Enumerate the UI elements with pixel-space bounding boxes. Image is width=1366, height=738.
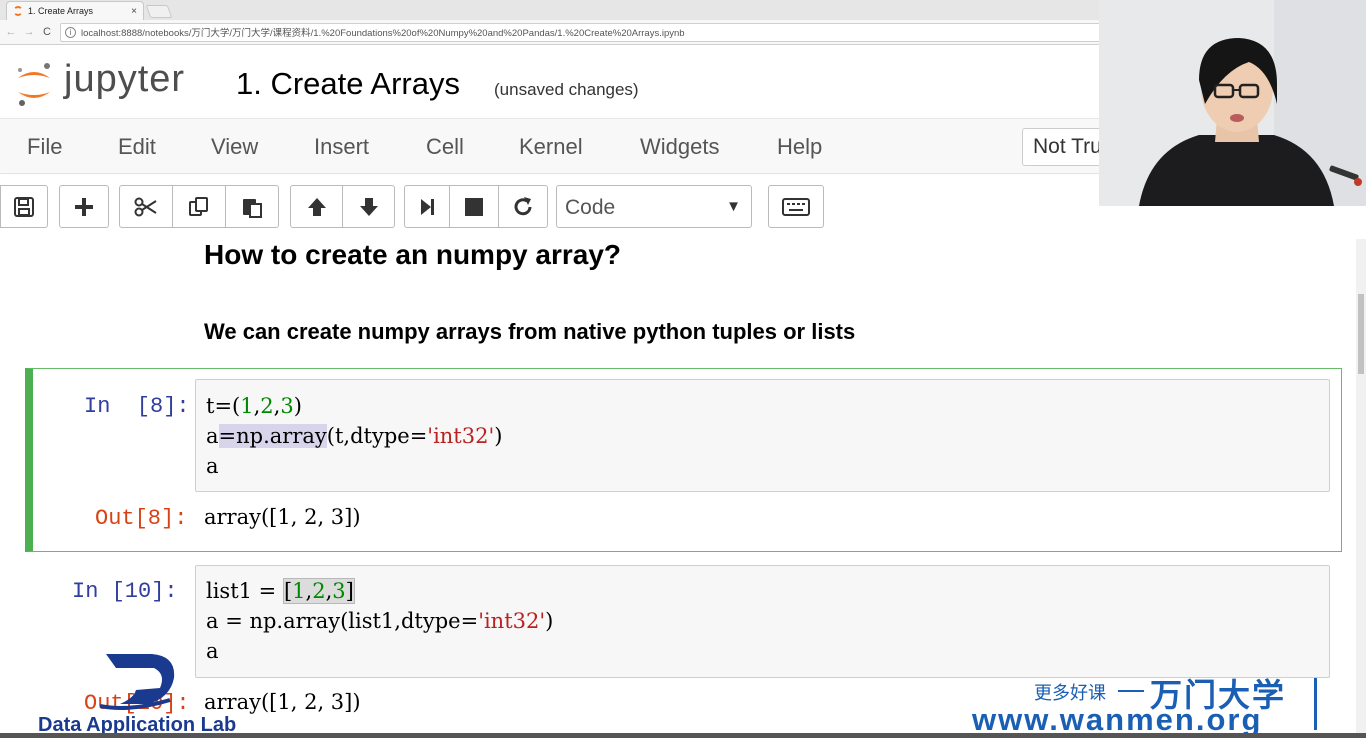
wanmen-watermark: 更多好课 万门大学 www.wanmen.org — [972, 676, 1322, 738]
menu-kernel[interactable]: Kernel — [519, 134, 583, 160]
copy-icon — [189, 196, 208, 216]
screen: 1. Create Arrays × ← → C i localhost:888… — [0, 0, 1366, 738]
save-icon — [14, 196, 34, 217]
paste-icon — [243, 198, 262, 218]
code-line: list1 = [1,2,3] — [206, 578, 355, 604]
save-button[interactable] — [0, 185, 48, 228]
new-tab-button[interactable] — [145, 5, 173, 18]
close-tab-icon[interactable]: × — [131, 6, 137, 17]
browser-tab[interactable]: 1. Create Arrays × — [6, 1, 144, 20]
keyboard-icon — [782, 197, 810, 216]
back-icon[interactable]: ← — [4, 26, 18, 38]
jupyter-logo[interactable]: jupyter — [14, 56, 214, 111]
stop-icon — [465, 197, 483, 216]
run-button[interactable] — [404, 185, 450, 228]
code-line: a=np.array(t,dtype='int32') — [206, 424, 503, 448]
info-icon[interactable]: i — [65, 26, 76, 38]
code-line: t=(1,2,3) — [206, 394, 302, 418]
paste-button[interactable] — [225, 185, 279, 228]
refresh-icon — [514, 196, 532, 215]
in-prompt: In [8]: — [84, 394, 190, 419]
menu-help[interactable]: Help — [777, 134, 822, 160]
cell-output: array([1, 2, 3]) — [204, 505, 361, 529]
save-status: (unsaved changes) — [494, 80, 639, 99]
code-line: a = np.array(list1,dtype='int32') — [206, 609, 554, 633]
jupyter-logo-text: jupyter — [64, 58, 186, 100]
code-line: a — [206, 454, 219, 478]
presenter-video-icon — [1099, 0, 1366, 206]
url-input[interactable]: i localhost:8888/notebooks/万门大学/万门大学/课程资… — [60, 22, 1160, 42]
menu-insert[interactable]: Insert — [314, 134, 369, 160]
scrollbar-thumb[interactable] — [1358, 294, 1364, 374]
wanmen-divider — [1314, 678, 1317, 730]
copy-button[interactable] — [172, 185, 226, 228]
arrow-down-icon — [359, 197, 378, 216]
move-up-button[interactable] — [290, 185, 343, 228]
url-text: localhost:8888/notebooks/万门大学/万门大学/课程资料/… — [81, 28, 685, 39]
menu-cell[interactable]: Cell — [426, 134, 464, 160]
markdown-subheading: We can create numpy arrays from native p… — [204, 319, 856, 344]
scissors-icon — [134, 197, 157, 216]
browser-tab-title: 1. Create Arrays — [28, 6, 94, 16]
scrollbar[interactable] — [1356, 239, 1366, 738]
dal-logo-icon — [100, 654, 175, 710]
wanmen-dash — [1118, 690, 1144, 692]
bottom-edge — [0, 733, 1366, 738]
restart-button[interactable] — [498, 185, 548, 228]
in-prompt: In [10]: — [72, 579, 178, 604]
arrow-up-icon — [307, 197, 326, 216]
data-application-lab-logo: Data Application Lab — [38, 650, 268, 738]
forward-icon[interactable]: → — [22, 26, 36, 38]
webcam-overlay — [1099, 0, 1366, 206]
plus-icon — [75, 197, 93, 216]
markdown-heading: How to create an numpy array? — [204, 239, 622, 270]
menu-widgets[interactable]: Widgets — [640, 134, 719, 160]
menu-edit[interactable]: Edit — [118, 134, 156, 160]
menu-file[interactable]: File — [27, 134, 62, 160]
interrupt-button[interactable] — [449, 185, 499, 228]
step-forward-icon — [421, 198, 434, 215]
notebook-title[interactable]: 1. Create Arrays — [236, 66, 460, 102]
out-prompt: Out[8]: — [95, 506, 188, 531]
command-palette-button[interactable] — [768, 185, 824, 228]
jupyter-favicon-icon — [13, 6, 23, 16]
cell-type-select[interactable]: Code ▼ — [556, 185, 752, 228]
jupyter-logo-icon — [18, 63, 50, 106]
cut-button[interactable] — [119, 185, 173, 228]
reload-icon[interactable]: C — [40, 26, 54, 38]
insert-cell-button[interactable] — [59, 185, 109, 228]
chevron-down-icon: ▼ — [726, 198, 741, 215]
move-down-button[interactable] — [342, 185, 395, 228]
cell-type-value: Code — [565, 196, 616, 219]
menu-view[interactable]: View — [211, 134, 258, 160]
